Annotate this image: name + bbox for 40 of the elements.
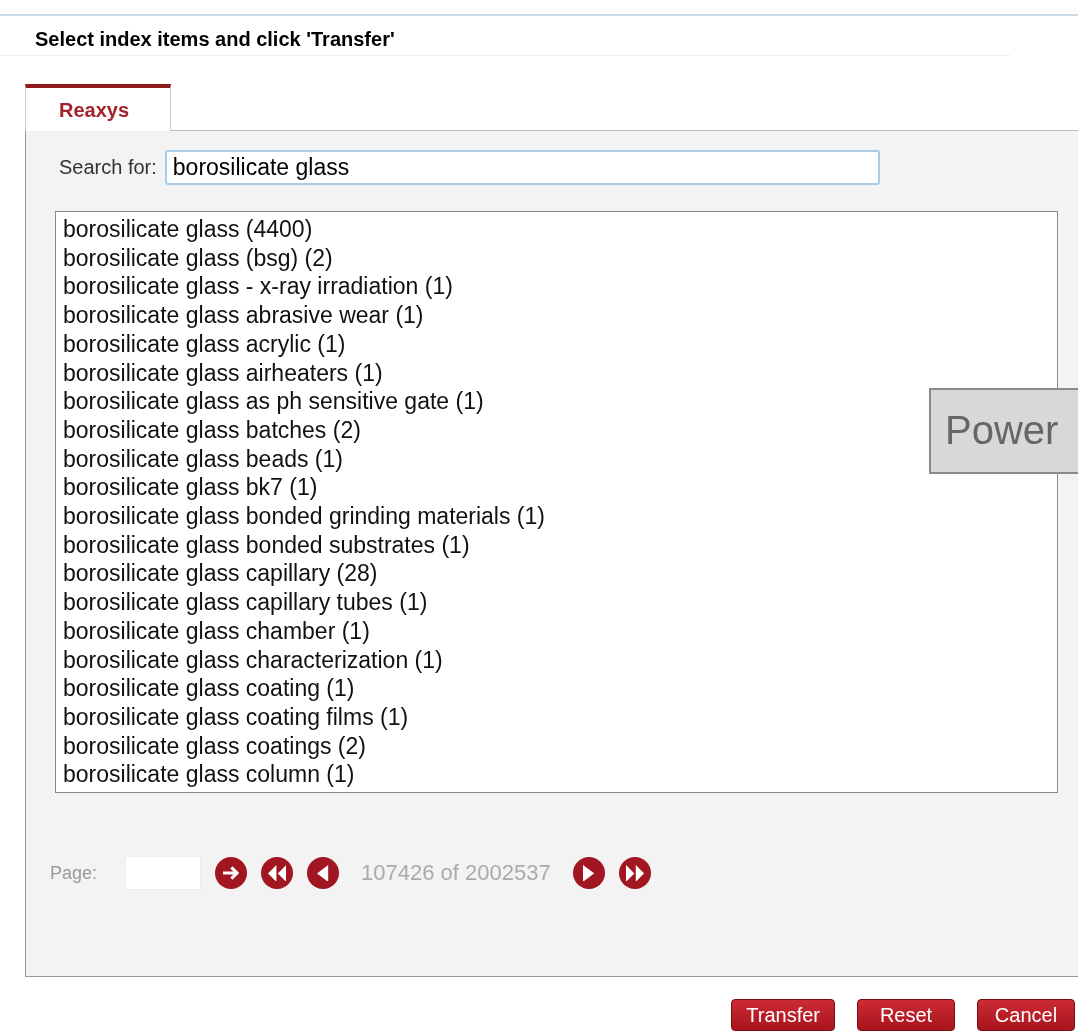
list-item[interactable]: borosilicate glass capillary tubes (1) — [63, 588, 428, 617]
go-arrow-icon — [222, 866, 240, 880]
right-triangle-icon — [583, 864, 595, 882]
page-label: Page: — [50, 862, 98, 884]
list-item[interactable]: borosilicate glass coatings (2) — [63, 731, 366, 761]
double-left-arrow-button[interactable] — [261, 857, 294, 889]
go-arrow-button[interactable] — [215, 857, 248, 889]
list-item[interactable]: borosilicate glass (bsg) (2) — [63, 243, 333, 273]
dialog-button[interactable]: Reset — [857, 999, 955, 1031]
overlay-label: Power — [929, 388, 1078, 474]
page-range: 107426 of 2002537 — [361, 860, 551, 886]
search-label: Search for: — [59, 156, 157, 179]
list-item[interactable]: borosilicate glass airheaters (1) — [63, 358, 383, 388]
list-item[interactable]: borosilicate glass column (1) — [63, 760, 355, 790]
list-item[interactable]: borosilicate glass bonded substrates (1) — [63, 530, 470, 560]
list-item[interactable]: borosilicate glass chamber (1) — [63, 616, 370, 646]
list-item[interactable]: borosilicate glass coating (1) — [63, 674, 355, 703]
list-item[interactable]: borosilicate glass bk7 (1) — [63, 473, 318, 503]
list-item[interactable]: borosilicate glass acrylic (1) — [63, 329, 346, 359]
left-triangle-button[interactable] — [307, 857, 340, 889]
list-item[interactable]: borosilicate glass beads (1) — [63, 444, 343, 474]
dialog-title: Select index items and click 'Transfer' — [0, 16, 1010, 56]
left-triangle-icon — [317, 864, 329, 882]
double-left-arrow-icon — [267, 864, 287, 882]
dialog-button[interactable]: Transfer — [731, 999, 835, 1031]
list-item[interactable]: borosilicate glass batches (2) — [63, 415, 361, 445]
list-item[interactable]: borosilicate glass abrasive wear (1) — [63, 301, 424, 330]
list-item[interactable]: borosilicate glass bonded grinding materials (1) — [63, 502, 545, 531]
double-right-arrow-icon — [625, 864, 644, 882]
list-item[interactable]: borosilicate glass coating films (1) — [63, 702, 409, 732]
right-triangle-button[interactable] — [572, 857, 605, 889]
tab[interactable]: Reaxys — [25, 84, 171, 131]
search-field[interactable]: borosilicate glass — [164, 150, 880, 185]
dialog-button[interactable]: Cancel — [977, 999, 1075, 1031]
list-item[interactable]: borosilicate glass - x-ray irradiation (1) — [63, 272, 453, 302]
list-item[interactable]: borosilicate glass (4400) — [63, 215, 313, 244]
list-item[interactable]: borosilicate glass capillary (28) — [63, 559, 378, 589]
list-item[interactable]: borosilicate glass characterization (1) — [63, 645, 443, 675]
list-item[interactable]: borosilicate glass as ph sensitive gate (1) — [63, 387, 484, 416]
double-right-arrow-button[interactable] — [618, 857, 651, 889]
